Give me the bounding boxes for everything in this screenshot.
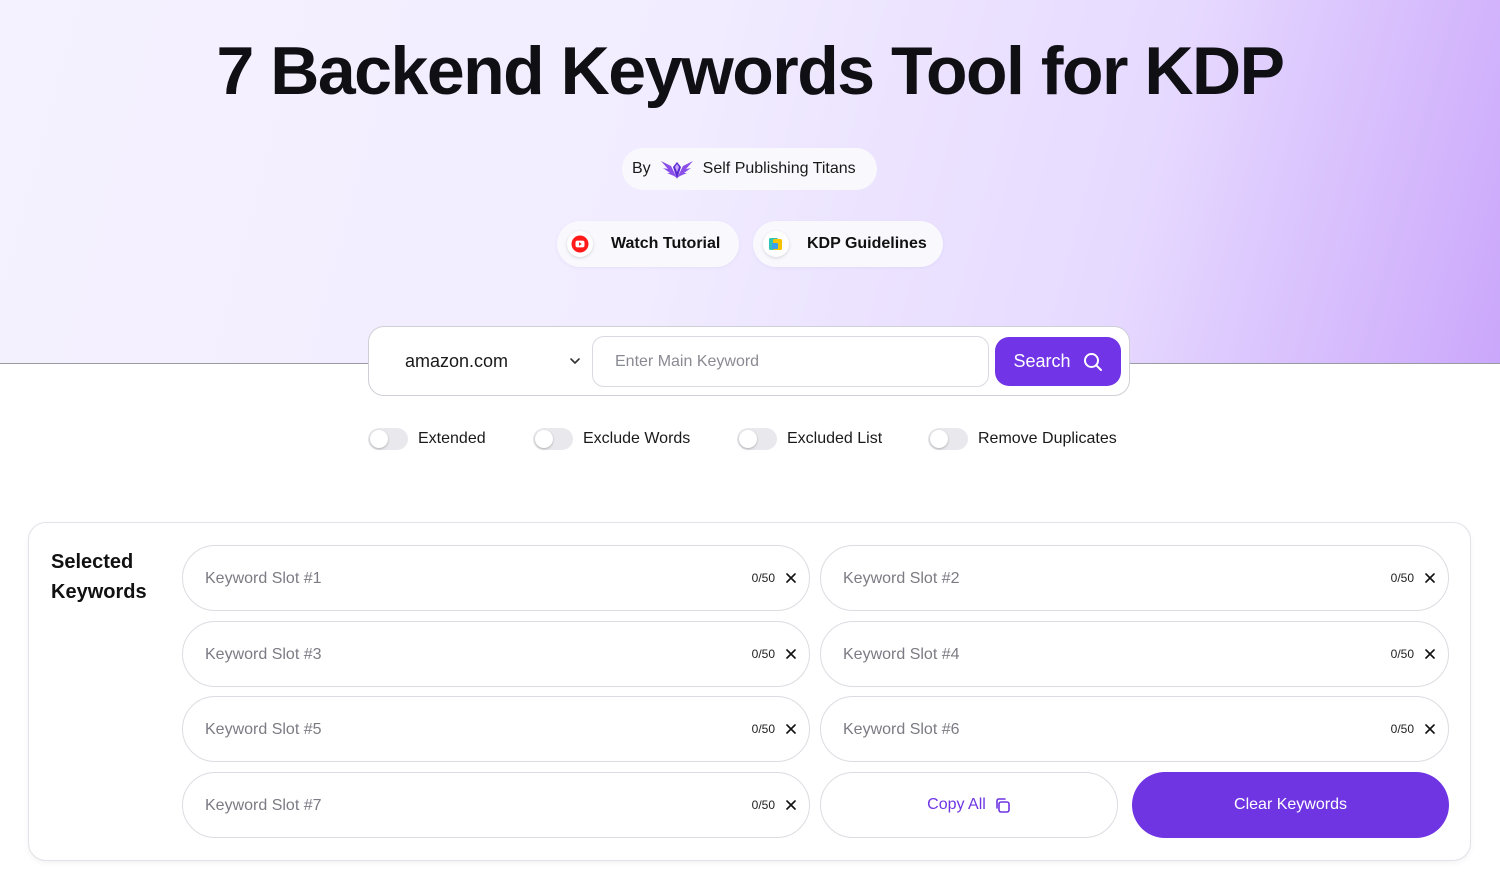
page-title: 7 Backend Keywords Tool for KDP — [216, 33, 1285, 109]
keyword-slot-input[interactable] — [205, 715, 685, 745]
by-label: By — [632, 160, 651, 177]
toggle-extended[interactable]: Extended — [368, 428, 486, 450]
wings-logo-icon — [660, 161, 693, 179]
keyword-slot-input[interactable] — [843, 715, 1323, 745]
switch-knob — [535, 430, 553, 448]
copy-all-label: Copy All — [927, 796, 986, 813]
watch-tutorial-label: Watch Tutorial — [611, 235, 721, 252]
char-count: 0/50 — [1390, 647, 1414, 661]
search-icon — [1083, 352, 1102, 371]
selected-keywords-card: Selected Keywords 0/50 0/50 0/50 0/50 0/… — [28, 522, 1471, 861]
selected-keywords-title: Selected Keywords — [51, 551, 147, 603]
marketplace-value: amazon.com — [405, 351, 509, 371]
clear-slot-button[interactable] — [784, 647, 798, 661]
switch-knob — [930, 430, 948, 448]
byline[interactable]: By Self Publishing Titans — [622, 148, 877, 190]
char-count: 0/50 — [751, 647, 775, 661]
toggle-excluded-list[interactable]: Excluded List — [737, 428, 882, 450]
close-icon — [1425, 649, 1435, 659]
clear-slot-button[interactable] — [1423, 571, 1437, 585]
brand-name: Self Publishing Titans — [702, 160, 856, 177]
copy-icon — [996, 797, 1010, 813]
keyword-slot-4: 0/50 — [820, 621, 1449, 687]
char-count: 0/50 — [751, 798, 775, 812]
keyword-slot-input[interactable] — [205, 564, 685, 594]
search-button-label: Search — [1013, 351, 1071, 371]
close-icon — [786, 800, 796, 810]
clear-slot-button[interactable] — [784, 798, 798, 812]
keyword-slot-1: 0/50 — [182, 545, 810, 611]
char-count: 0/50 — [751, 571, 775, 585]
keyword-slot-input[interactable] — [205, 640, 685, 670]
keyword-slot-2: 0/50 — [820, 545, 1449, 611]
clear-slot-button[interactable] — [784, 571, 798, 585]
keyword-slot-5: 0/50 — [182, 696, 810, 762]
char-count: 0/50 — [1390, 571, 1414, 585]
kdp-guidelines-link[interactable]: KDP Guidelines — [753, 221, 943, 267]
close-icon — [1425, 724, 1435, 734]
keyword-slot-input[interactable] — [843, 640, 1323, 670]
remove-duplicates-switch[interactable] — [928, 428, 968, 450]
keyword-slot-3: 0/50 — [182, 621, 810, 687]
keyword-slot-input[interactable] — [205, 791, 685, 821]
toggle-label: Exclude Words — [583, 430, 691, 447]
switch-knob — [370, 430, 388, 448]
switch-knob — [739, 430, 757, 448]
toggle-label: Remove Duplicates — [978, 430, 1117, 447]
search-button[interactable]: Search — [995, 337, 1121, 386]
clear-slot-button[interactable] — [1423, 647, 1437, 661]
main-keyword-input[interactable] — [592, 336, 989, 387]
youtube-icon — [567, 231, 593, 257]
clear-slot-button[interactable] — [1423, 722, 1437, 736]
char-count: 0/50 — [751, 722, 775, 736]
copy-all-button[interactable]: Copy All — [820, 772, 1118, 838]
toggle-label: Excluded List — [787, 430, 883, 447]
search-bar: amazon.com Search — [368, 326, 1130, 396]
clear-keywords-button[interactable]: Clear Keywords — [1132, 772, 1449, 838]
extended-switch[interactable] — [368, 428, 408, 450]
exclude-words-switch[interactable] — [533, 428, 573, 450]
close-icon — [786, 724, 796, 734]
toggle-exclude-words[interactable]: Exclude Words — [533, 428, 690, 450]
keyword-slot-7: 0/50 — [182, 772, 810, 838]
chevron-down-icon — [570, 358, 580, 364]
toggle-label: Extended — [418, 430, 486, 447]
guidelines-icon — [763, 231, 789, 257]
excluded-list-switch[interactable] — [737, 428, 777, 450]
watch-tutorial-link[interactable]: Watch Tutorial — [557, 221, 739, 267]
clear-slot-button[interactable] — [784, 722, 798, 736]
char-count: 0/50 — [1390, 722, 1414, 736]
close-icon — [786, 649, 796, 659]
toggle-remove-duplicates[interactable]: Remove Duplicates — [928, 428, 1117, 450]
keyword-slot-6: 0/50 — [820, 696, 1449, 762]
kdp-guidelines-label: KDP Guidelines — [807, 235, 927, 252]
options-row: Extended Exclude Words Excluded List Rem… — [0, 428, 1500, 452]
keyword-slot-input[interactable] — [843, 564, 1323, 594]
close-icon — [786, 573, 796, 583]
close-icon — [1425, 573, 1435, 583]
